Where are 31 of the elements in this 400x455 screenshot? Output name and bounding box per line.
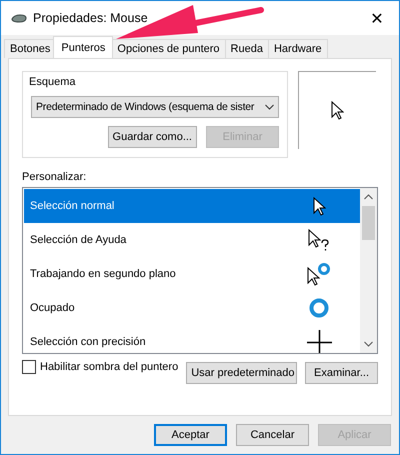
scroll-down-icon[interactable] (364, 341, 373, 347)
dialog-button[interactable]: Cancelar (236, 424, 309, 446)
busy-cursor-icon (309, 298, 329, 318)
tab[interactable]: Punteros (53, 36, 114, 58)
scrollbar-thumb[interactable] (362, 206, 375, 240)
list-button[interactable]: Examinar... (305, 362, 378, 384)
dialog-button[interactable]: Aceptar (154, 424, 227, 446)
scheme-button[interactable]: Guardar como... (108, 126, 197, 148)
window-title: Propiedades: Mouse (33, 11, 149, 25)
scrollbar[interactable] (360, 188, 377, 353)
cursor-list-item[interactable]: Selección normal (24, 189, 360, 223)
close-button[interactable]: ✕ (355, 1, 399, 35)
arrow-cursor-icon (331, 101, 344, 120)
group-label: Esquema (28, 76, 76, 88)
tab[interactable]: Hardware (268, 39, 328, 58)
scroll-up-icon[interactable] (364, 194, 373, 200)
shadow-checkbox[interactable] (22, 360, 36, 374)
checkbox-label: Habilitar sombra del puntero (40, 361, 178, 373)
cursor-list-item[interactable]: Selección de Ayuda (24, 223, 360, 257)
mouse-icon (11, 14, 27, 22)
scheme-dropdown[interactable]: Predeterminado de Windows (esquema de sister (31, 96, 279, 118)
cursor-list-item[interactable]: Ocupado (24, 291, 360, 325)
arrow-cursor-icon (312, 196, 326, 216)
working-cursor-icon (307, 262, 331, 286)
cursor-list-item[interactable]: Trabajando en segundo plano (24, 257, 360, 291)
list-label: Personalizar: (22, 171, 88, 183)
help-cursor-icon (308, 229, 330, 251)
cursor-list-item[interactable]: Selección con precisión (24, 325, 360, 353)
chevron-icon (265, 104, 274, 110)
crosshair-cursor-icon (306, 330, 332, 353)
list-button[interactable]: Usar predeterminado (186, 362, 297, 384)
